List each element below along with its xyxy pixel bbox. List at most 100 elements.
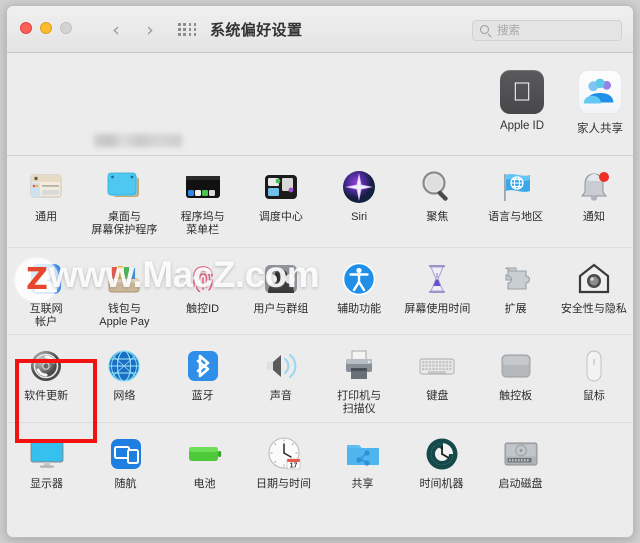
pane-users-groups[interactable]: 用户与群组 [242,248,320,334]
pane-notifications[interactable]: 通知 [555,156,633,247]
pane-label: 扩展 [504,303,527,315]
pane-spotlight[interactable]: 聚焦 [398,156,476,247]
pane-row: 通用 桌面与 屏幕保护程序 程序坞与 菜单栏 调度中心 Siri 聚焦 语言与地… [7,156,633,248]
pane-label: 时间机器 [419,478,464,490]
calendar-day: 17 [289,462,297,469]
pane-printers-scanners[interactable]: 打印机与 扫描仪 [320,335,398,422]
pane-label: 触控ID [186,303,220,315]
pane-label: 电池 [193,478,216,490]
bluetooth-icon [183,346,223,386]
mouse-icon [574,346,614,386]
pane-label: 日期与时间 [256,478,311,490]
pane-bluetooth[interactable]: 蓝牙 [164,335,242,422]
family-sharing-icon [578,70,622,114]
users-groups-icon [261,259,301,299]
pane-general[interactable]: 通用 [7,156,85,247]
pane-label: 聚焦 [426,211,449,223]
close-button[interactable] [20,22,32,34]
sound-icon [261,346,301,386]
forward-button[interactable]: › [140,19,160,41]
pane-language-region[interactable]: 语言与地区 [477,156,555,247]
pane-desktop-screensaver[interactable]: 桌面与 屏幕保护程序 [85,156,163,247]
pane-label: 显示器 [30,478,63,490]
mission-control-icon [261,167,301,207]
pane-label: 调度中心 [258,211,303,223]
pane-label: 声音 [269,390,292,402]
pane-extensions[interactable]: 扩展 [477,248,555,334]
preference-panes-grid: 通用 桌面与 屏幕保护程序 程序坞与 菜单栏 调度中心 Siri 聚焦 语言与地… [7,156,633,511]
pane-label: Apple ID [499,120,545,132]
pane-mouse[interactable]: 鼠标 [555,335,633,422]
pane-label: 键盘 [426,390,449,402]
pane-sidecar[interactable]: 随航 [86,423,165,511]
show-all-grid-icon[interactable] [178,23,198,37]
pane-internet-accounts[interactable]: 互联网 帐户 [7,248,85,334]
pane-apple-id[interactable]:  Apple ID [490,70,554,132]
pane-touch-id[interactable]: 触控ID [164,248,242,334]
title-bar: ‹ › 系统偏好设置 [7,6,633,53]
pane-software-update[interactable]: 软件更新 [7,335,85,422]
pane-label: 软件更新 [24,390,69,402]
search-input[interactable] [497,23,612,39]
security-privacy-icon [574,259,614,299]
page-title: 系统偏好设置 [210,22,303,39]
pane-sound[interactable]: 声音 [242,335,320,422]
chevron-right-icon: › [146,19,154,41]
traffic-lights [20,22,72,34]
trackpad-icon [496,346,536,386]
search-field[interactable] [472,20,622,41]
pane-battery[interactable]: 电池 [165,423,244,511]
pane-displays[interactable]: 显示器 [7,423,86,511]
screen-time-icon [417,259,457,299]
pane-row: 软件更新 网络 蓝牙 声音 打印机与 扫描仪 键盘 触控板 鼠标 [7,335,633,423]
date-time-icon: 17 [264,434,304,474]
pane-label: 屏幕使用时间 [404,303,471,315]
pane-network[interactable]: 网络 [85,335,163,422]
pane-keyboard[interactable]: 键盘 [398,335,476,422]
pane-time-machine[interactable]: 时间机器 [402,423,481,511]
pane-accessibility[interactable]: 辅助功能 [320,248,398,334]
pane-label: 启动磁盘 [498,478,543,490]
pane-security-privacy[interactable]: 安全性与隐私 [555,248,633,334]
keyboard-icon [417,346,457,386]
language-region-icon [496,167,536,207]
spotlight-icon [417,167,457,207]
accessibility-icon [339,259,379,299]
pane-mission-control[interactable]: 调度中心 [242,156,320,247]
extensions-icon [496,259,536,299]
battery-icon [185,434,225,474]
zoom-button[interactable] [60,22,72,34]
internet-accounts-icon [26,259,66,299]
pane-label: 触控板 [499,390,533,402]
sidecar-icon [106,434,146,474]
pane-wallet-applepay[interactable]: 钱包与 Apple Pay [85,248,163,334]
pane-label: 蓝牙 [191,390,214,402]
pane-label: 家人共享 [577,123,623,135]
wallet-applepay-icon [104,259,144,299]
minimize-button[interactable] [40,22,52,34]
pane-label: 共享 [351,478,374,490]
pane-sharing[interactable]: 共享 [323,423,402,511]
system-preferences-window: ‹ › 系统偏好设置 Apple ID、iCloud  Apple ID [6,5,634,538]
account-name-blurred [94,134,182,147]
chevron-left-icon: ‹ [112,19,120,41]
pane-screen-time[interactable]: 屏幕使用时间 [398,248,476,334]
pane-label: Siri [351,211,368,223]
sharing-icon [343,434,383,474]
pane-label: 安全性与隐私 [560,303,627,315]
pane-dock-menubar[interactable]: 程序坞与 菜单栏 [164,156,242,247]
startup-disk-icon [501,434,541,474]
general-icon [26,167,66,207]
pane-trackpad[interactable]: 触控板 [477,335,555,422]
pane-date-time[interactable]: 17 日期与时间 [244,423,323,511]
pane-label: 钱包与 Apple Pay [99,303,150,328]
pane-startup-disk[interactable]: 启动磁盘 [481,423,560,511]
pane-label: 通知 [582,211,605,223]
pane-family-sharing[interactable]: 家人共享 [568,70,632,136]
avatar[interactable] [16,72,71,129]
network-icon [104,346,144,386]
apple-id-account-section[interactable]: Apple ID、iCloud  Apple ID 家人共享 [7,53,633,170]
pane-label: 打印机与 扫描仪 [337,390,382,415]
pane-siri[interactable]: Siri [320,156,398,247]
back-button[interactable]: ‹ [106,19,126,41]
